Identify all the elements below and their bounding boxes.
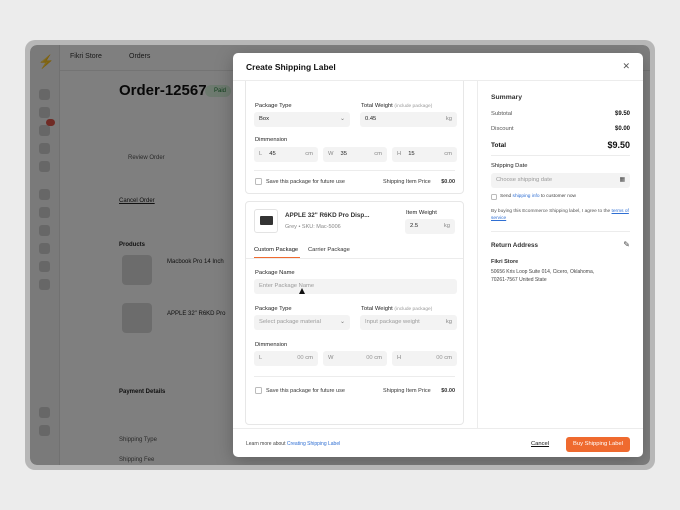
app-window: ⚡ Fikri Store Orders Order-12567 Paid Re… [30,45,650,465]
product-variant: Grey • SKU: Mac-5006 [285,224,341,230]
modal-header: Create Shipping Label ✕ [233,53,643,81]
shipping-item-price-label: Shipping Item Price [383,179,431,185]
chevron-down-icon: ⌄ [339,319,345,325]
total-value: $9.50 [607,140,630,150]
device-frame: ⚡ Fikri Store Orders Order-12567 Paid Re… [25,40,655,470]
modal-title: Create Shipping Label [246,62,336,72]
total-label: Total [491,142,507,149]
total-weight-label: Total Weight (include package) [361,103,433,109]
shipping-date-label: Shipping Date [491,163,528,169]
return-name: Fikri Store [491,259,519,265]
package-type-label: Package Type [255,306,292,312]
shipping-item-price-label: Shipping Item Price [383,388,431,394]
subtotal-value: $9.50 [614,111,630,117]
subtotal-label: Subtotal [491,111,513,117]
buy-shipping-label-button[interactable]: Buy Shipping Label [566,437,630,452]
shipping-label-modal: Create Shipping Label ✕ Package Type Box… [233,53,643,457]
product-name: APPLE 32" R6KD Pro Disp... [285,212,370,219]
summary-panel: Summary Subtotal $9.50 Discount $0.00 To… [478,81,643,428]
length-input[interactable]: L 45 cm [254,147,318,162]
send-info-label: Send shipping info to customer now [500,194,577,199]
discount-label: Discount [491,126,514,132]
learn-more-text: Learn more about Creating Shipping Label [246,441,341,447]
send-info-checkbox[interactable] [491,194,497,200]
terms-text: By buying this Ecommerce Shipping label,… [491,209,629,221]
dimension-label: Dimmension [255,342,288,348]
calendar-icon: ▦ [619,177,625,183]
width-input[interactable]: W 00 cm [323,351,387,366]
package-name-input[interactable]: Enter Package Name [254,279,457,294]
return-address-line2: 70261-7567 United State [491,277,547,283]
total-weight-input[interactable]: 0.45 kg [360,112,457,127]
total-weight-input[interactable]: Input package weight kg [360,315,457,330]
length-input[interactable]: L 00 cm [254,351,318,366]
item-weight-input[interactable]: 2.5 kg [405,219,455,234]
package-type-select[interactable]: Box ⌄ [254,112,350,127]
save-package-checkbox[interactable] [255,387,262,394]
tab-custom-package[interactable]: Custom Package [254,247,298,253]
mouse-cursor-icon [299,288,305,294]
packages-panel[interactable]: Package Type Box ⌄ Total Weight (include … [233,81,478,428]
return-address-heading: Return Address [491,242,539,249]
modal-footer: Learn more about Creating Shipping Label… [233,428,643,457]
item-weight-label: Item Weight [406,210,437,216]
tab-carrier-package[interactable]: Carrier Package [308,247,350,253]
product-image [254,209,278,233]
total-weight-label: Total Weight (include package) [361,306,433,312]
save-package-checkbox[interactable] [255,178,262,185]
return-address-line1: 50656 Kris Loop Suite 014, Cicero, Oklah… [491,269,595,275]
chevron-down-icon: ⌄ [339,116,345,122]
edit-pencil-icon[interactable]: ✎ [623,240,630,249]
shipping-item-price-value: $0.00 [441,179,455,185]
package-type-select[interactable]: Select package material ⌄ [254,315,350,330]
package-card: Package Type Box ⌄ Total Weight (include … [245,81,464,194]
summary-heading: Summary [491,94,522,101]
width-input[interactable]: W 35 cm [323,147,387,162]
height-input[interactable]: H 15 cm [392,147,457,162]
height-input[interactable]: H 00 cm [392,351,457,366]
learn-more-link[interactable]: Creating Shipping Label [287,441,340,447]
save-package-label: Save this package for future use [266,179,345,185]
shipping-date-input[interactable]: Choose shipping date ▦ [491,173,630,188]
product-package-card: APPLE 32" R6KD Pro Disp... Grey • SKU: M… [245,201,464,425]
dimension-label: Dimmension [255,137,288,143]
save-package-label: Save this package for future use [266,388,345,394]
discount-value: $0.00 [614,126,630,132]
shipping-item-price-value: $0.00 [441,388,455,394]
package-name-label: Package Name [255,270,295,276]
package-type-label: Package Type [255,103,292,109]
cancel-button[interactable]: Cancel [531,441,549,447]
shipping-info-link[interactable]: shipping info [513,194,540,199]
close-icon[interactable]: ✕ [622,61,630,72]
